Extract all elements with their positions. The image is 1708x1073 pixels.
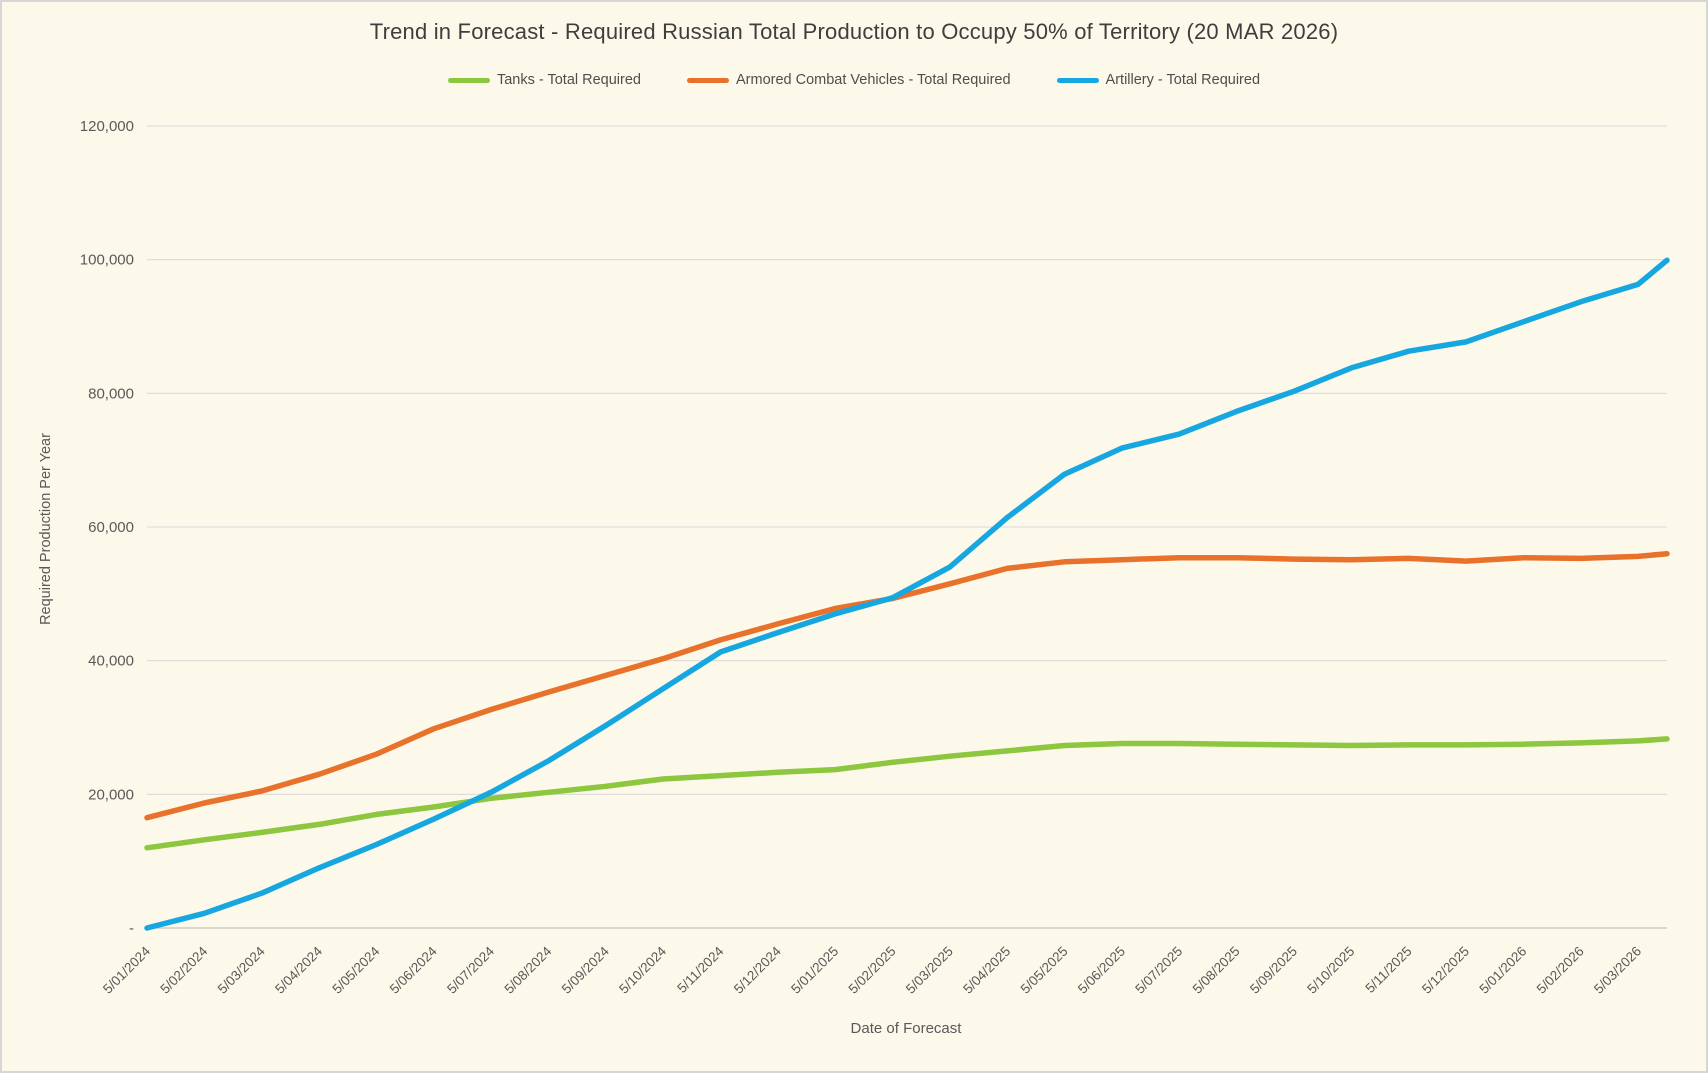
y-tick-label: 20,000 <box>88 786 134 803</box>
x-tick-label: 5/01/2025 <box>788 944 841 997</box>
y-tick-label: 80,000 <box>88 385 134 402</box>
x-tick-label: 5/11/2025 <box>1362 944 1414 996</box>
x-tick-label: 5/06/2025 <box>1075 944 1128 997</box>
x-tick-label: 5/05/2024 <box>329 943 382 996</box>
x-tick-label: 5/10/2024 <box>616 943 669 996</box>
x-tick-label: 5/11/2024 <box>674 943 727 996</box>
x-tick-label: 5/12/2024 <box>731 943 784 996</box>
x-axis-title: Date of Forecast <box>850 1020 962 1037</box>
y-tick-label: 100,000 <box>80 252 134 269</box>
x-tick-label: 5/01/2026 <box>1476 944 1529 997</box>
x-tick-label: 5/10/2025 <box>1304 944 1357 997</box>
x-tick-label: 5/04/2024 <box>272 943 325 996</box>
x-tick-label: 5/02/2024 <box>157 943 210 996</box>
x-tick-label: 5/05/2025 <box>1018 944 1071 997</box>
x-tick-label: 5/12/2025 <box>1419 944 1472 997</box>
x-tick-label: 5/08/2025 <box>1190 944 1243 997</box>
series-line-armored <box>144 550 1670 821</box>
x-tick-label: 5/07/2024 <box>444 943 497 996</box>
x-tick-label: 5/02/2025 <box>846 944 899 997</box>
x-tick-label: 5/03/2025 <box>903 944 956 997</box>
x-tick-label: 5/07/2025 <box>1132 944 1185 997</box>
x-tick-label: 5/03/2024 <box>215 943 268 996</box>
y-tick-label: - <box>129 920 134 937</box>
x-tick-label: 5/01/2024 <box>100 943 153 996</box>
x-tick-label: 5/02/2026 <box>1534 944 1587 997</box>
x-tick-label: 5/03/2026 <box>1591 944 1644 997</box>
x-tick-label: 5/08/2024 <box>501 943 554 996</box>
plot-area: - 20,000 40,000 60,000 80,000 100,000 120,000 5… <box>80 118 1670 997</box>
x-tick-label: 5/04/2025 <box>960 944 1013 997</box>
y-tick-label: 120,000 <box>80 118 134 135</box>
x-tick-label: 5/06/2024 <box>387 943 440 996</box>
chart-container: Trend in Forecast - Required Russian Tot… <box>0 0 1708 1073</box>
y-tick-label: 40,000 <box>88 653 134 670</box>
y-tick-label: 60,000 <box>88 519 134 536</box>
x-tick-label: 5/09/2024 <box>559 943 612 996</box>
x-tick-label: 5/09/2025 <box>1247 944 1300 997</box>
